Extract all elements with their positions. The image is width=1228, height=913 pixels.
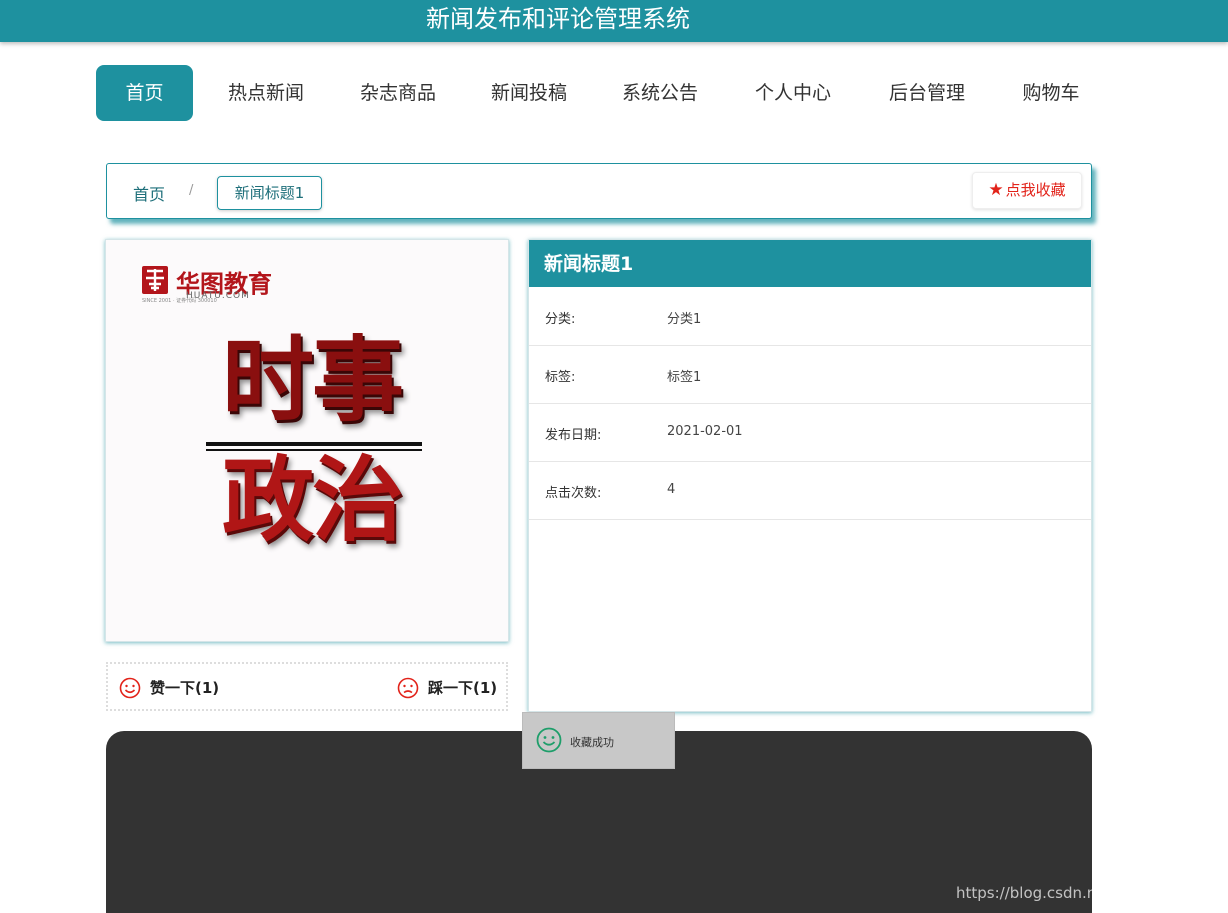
news-detail-card: 新闻标题1 分类: 分类1 标签: 标签1 发布日期: 2021-02-01 点… (528, 239, 1092, 712)
cover-text-line2: 政治 (221, 447, 404, 554)
detail-row-publish-date: 发布日期: 2021-02-01 (529, 404, 1091, 462)
smile-icon (536, 727, 562, 753)
smile-icon (119, 677, 141, 699)
dislike-count-label: 踩一下(1) (428, 679, 498, 697)
site-title: 新闻发布和评论管理系统 (426, 5, 690, 33)
detail-key: 分类: (545, 312, 576, 327)
detail-row-clicks: 点击次数: 4 (529, 462, 1091, 520)
nav-item-profile[interactable]: 个人中心 (741, 65, 845, 121)
breadcrumb-home-link[interactable]: 首页 (133, 181, 165, 205)
breadcrumb-separator: / (189, 183, 194, 198)
dislike-button[interactable]: 踩一下(1) (397, 676, 507, 700)
detail-key: 点击次数: (545, 486, 602, 501)
breadcrumb-current: 新闻标题1 (217, 176, 322, 210)
like-count-label: 赞一下(1) (150, 679, 220, 697)
toast-notification: 收藏成功 (522, 712, 675, 769)
detail-value: 标签1 (667, 370, 702, 385)
cover-text-line1: 时事 (221, 327, 404, 434)
toast-message: 收藏成功 (570, 736, 614, 749)
frown-icon (397, 677, 419, 699)
nav-item-announcements[interactable]: 系统公告 (608, 65, 712, 121)
watermark: https://blog.csdn.net/qq_1406299528 (956, 884, 1228, 902)
news-title: 新闻标题1 (529, 240, 1091, 287)
detail-key: 标签: (545, 370, 576, 385)
nav-item-admin[interactable]: 后台管理 (875, 65, 979, 121)
detail-value: 分类1 (667, 312, 702, 327)
top-header: 新闻发布和评论管理系统 (0, 0, 1228, 42)
favorite-button-label: 点我收藏 (1005, 181, 1066, 199)
star-icon: ★ (988, 180, 1004, 200)
detail-value: 2021-02-01 (667, 424, 743, 439)
nav-item-hot-news[interactable]: 热点新闻 (214, 65, 318, 121)
vote-bar: 赞一下(1) 踩一下(1) (106, 662, 508, 711)
detail-value: 4 (667, 482, 676, 497)
nav-item-cart[interactable]: 购物车 (1009, 65, 1093, 121)
detail-key: 发布日期: (545, 428, 602, 443)
nav-item-magazine[interactable]: 杂志商品 (346, 65, 450, 121)
news-cover-image: 华图教育 HUATU.COM SINCE 2001 · 证券代码 300010 … (105, 239, 509, 642)
detail-row-tag: 标签: 标签1 (529, 346, 1091, 404)
like-button[interactable]: 赞一下(1) (119, 676, 229, 700)
favorite-button[interactable]: ★ 点我收藏 (972, 172, 1082, 209)
detail-row-category: 分类: 分类1 (529, 288, 1091, 346)
huatu-logo-icon (142, 266, 168, 294)
nav-item-home[interactable]: 首页 (96, 65, 193, 121)
cover-divider (206, 442, 422, 446)
brand-tagline: SINCE 2001 · 证券代码 300010 (142, 298, 217, 304)
breadcrumb: 首页 / 新闻标题1 ★ 点我收藏 (106, 163, 1092, 219)
nav-item-submit-news[interactable]: 新闻投稿 (477, 65, 581, 121)
